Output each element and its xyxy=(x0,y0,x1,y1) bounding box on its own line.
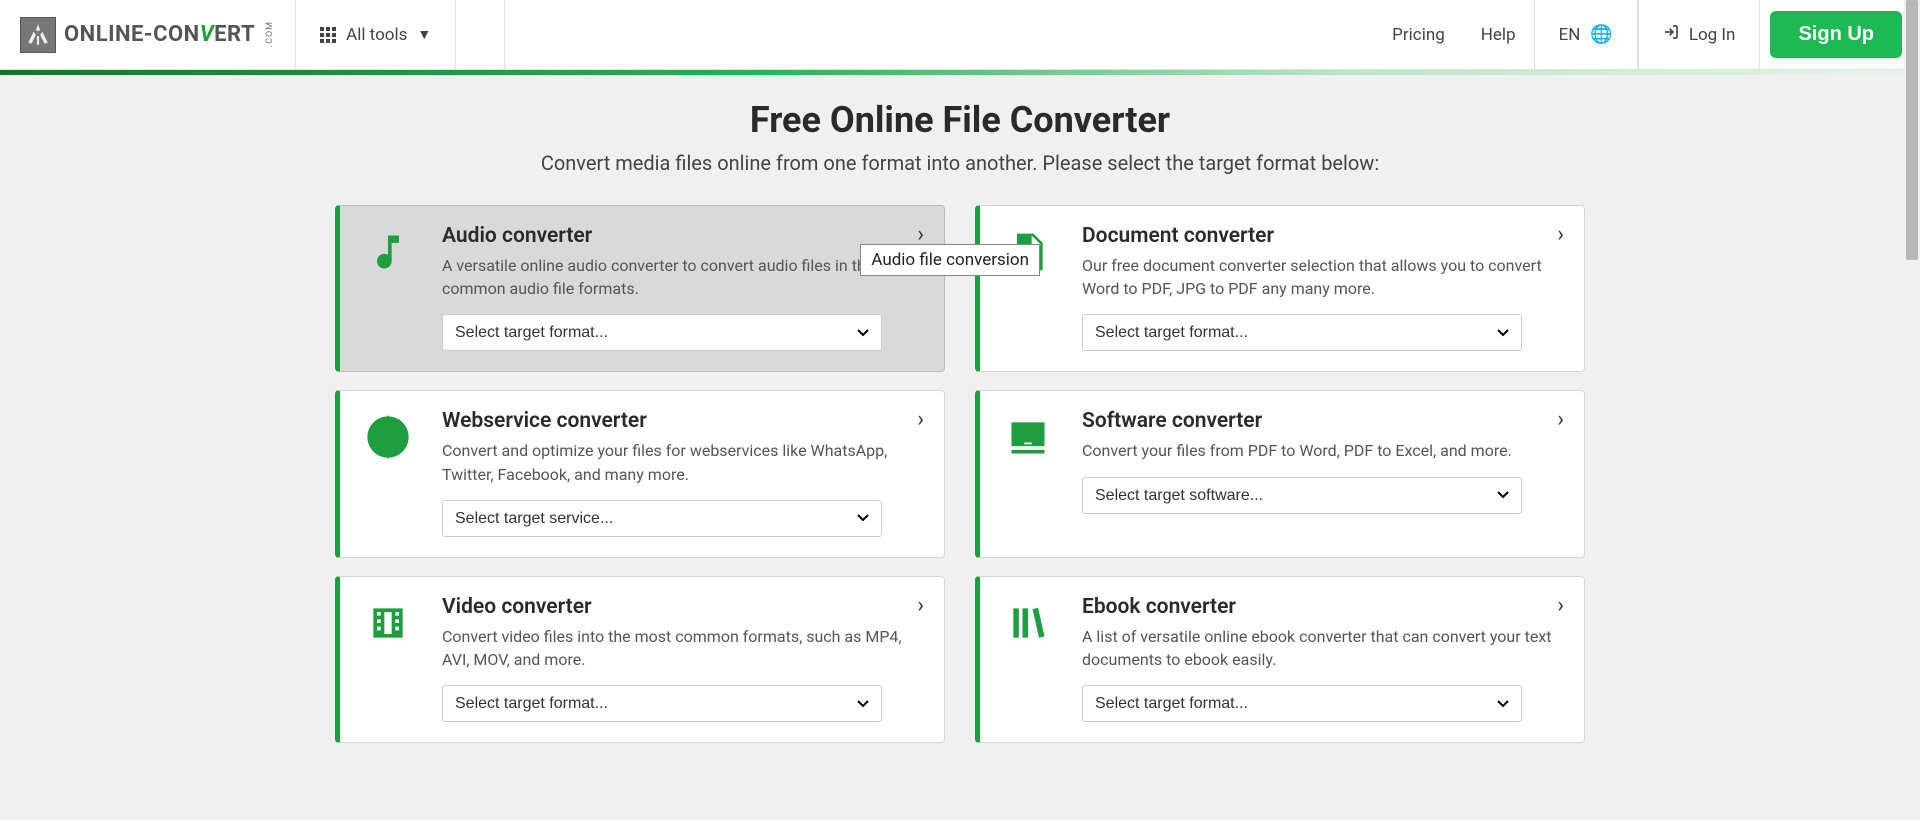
globe-icon: 🌐 xyxy=(1590,24,1612,45)
page-subtitle: Convert media files online from one form… xyxy=(20,151,1900,175)
card-title: Audio converter xyxy=(442,224,922,248)
tooltip: Audio file conversion xyxy=(860,244,1040,276)
card-title: Video converter xyxy=(442,595,922,619)
pricing-link[interactable]: Pricing xyxy=(1374,0,1463,69)
globe-icon xyxy=(358,409,418,536)
converter-grid: › Audio file conversion Audio converter … xyxy=(315,205,1605,773)
card-desc: A versatile online audio converter to co… xyxy=(442,254,922,300)
select-target-service[interactable]: Select target service... xyxy=(442,500,882,537)
books-icon xyxy=(998,595,1058,722)
hero: Free Online File Converter Convert media… xyxy=(0,75,1920,195)
help-link[interactable]: Help xyxy=(1463,0,1534,69)
select-target-format[interactable]: Select target format... xyxy=(1082,314,1522,351)
music-note-icon xyxy=(358,224,418,351)
nav-spacer-cell xyxy=(455,0,505,69)
signup-button[interactable]: Sign Up xyxy=(1770,11,1902,58)
language-label: EN xyxy=(1559,25,1581,45)
logo[interactable]: ONLINE-CONVERT .COM xyxy=(0,17,295,53)
scroll-thumb[interactable] xyxy=(1906,0,1918,260)
scrollbar[interactable] xyxy=(1904,0,1920,820)
select-target-format[interactable]: Select target format... xyxy=(442,314,882,351)
chevron-down-icon: ▼ xyxy=(417,26,431,43)
header: ONLINE-CONVERT .COM All tools ▼ Pricing … xyxy=(0,0,1920,70)
select-target-format[interactable]: Select target format... xyxy=(442,685,882,722)
monitor-icon xyxy=(998,409,1058,536)
page-title: Free Online File Converter xyxy=(20,99,1900,141)
logo-com: .COM xyxy=(265,21,275,47)
card-software-converter[interactable]: › Software converter Convert your files … xyxy=(975,390,1585,557)
card-desc: Our free document converter selection th… xyxy=(1082,254,1562,300)
film-icon xyxy=(358,595,418,722)
card-desc: A list of versatile online ebook convert… xyxy=(1082,625,1562,671)
login-link[interactable]: Log In xyxy=(1638,0,1761,69)
logo-icon xyxy=(20,17,56,53)
card-audio-converter[interactable]: › Audio file conversion Audio converter … xyxy=(335,205,945,372)
card-desc: Convert and optimize your files for webs… xyxy=(442,439,922,485)
card-title: Document converter xyxy=(1082,224,1562,248)
card-title: Software converter xyxy=(1082,409,1562,433)
card-document-converter[interactable]: › Document converter Our free document c… xyxy=(975,205,1585,372)
login-label: Log In xyxy=(1689,25,1736,45)
card-title: Webservice converter xyxy=(442,409,922,433)
select-target-software[interactable]: Select target software... xyxy=(1082,477,1522,514)
card-ebook-converter[interactable]: › Ebook converter A list of versatile on… xyxy=(975,576,1585,743)
card-title: Ebook converter xyxy=(1082,595,1562,619)
logo-text: ONLINE-CONVERT xyxy=(64,22,255,47)
language-menu[interactable]: EN 🌐 xyxy=(1534,0,1638,69)
card-desc: Convert video files into the most common… xyxy=(442,625,922,671)
card-desc: Convert your files from PDF to Word, PDF… xyxy=(1082,439,1562,462)
card-video-converter[interactable]: › Video converter Convert video files in… xyxy=(335,576,945,743)
grid-icon xyxy=(320,27,336,43)
select-target-format[interactable]: Select target format... xyxy=(1082,685,1522,722)
card-webservice-converter[interactable]: › Webservice converter Convert and optim… xyxy=(335,390,945,557)
all-tools-label: All tools xyxy=(346,25,407,45)
login-icon xyxy=(1663,24,1679,45)
all-tools-menu[interactable]: All tools ▼ xyxy=(295,0,455,69)
